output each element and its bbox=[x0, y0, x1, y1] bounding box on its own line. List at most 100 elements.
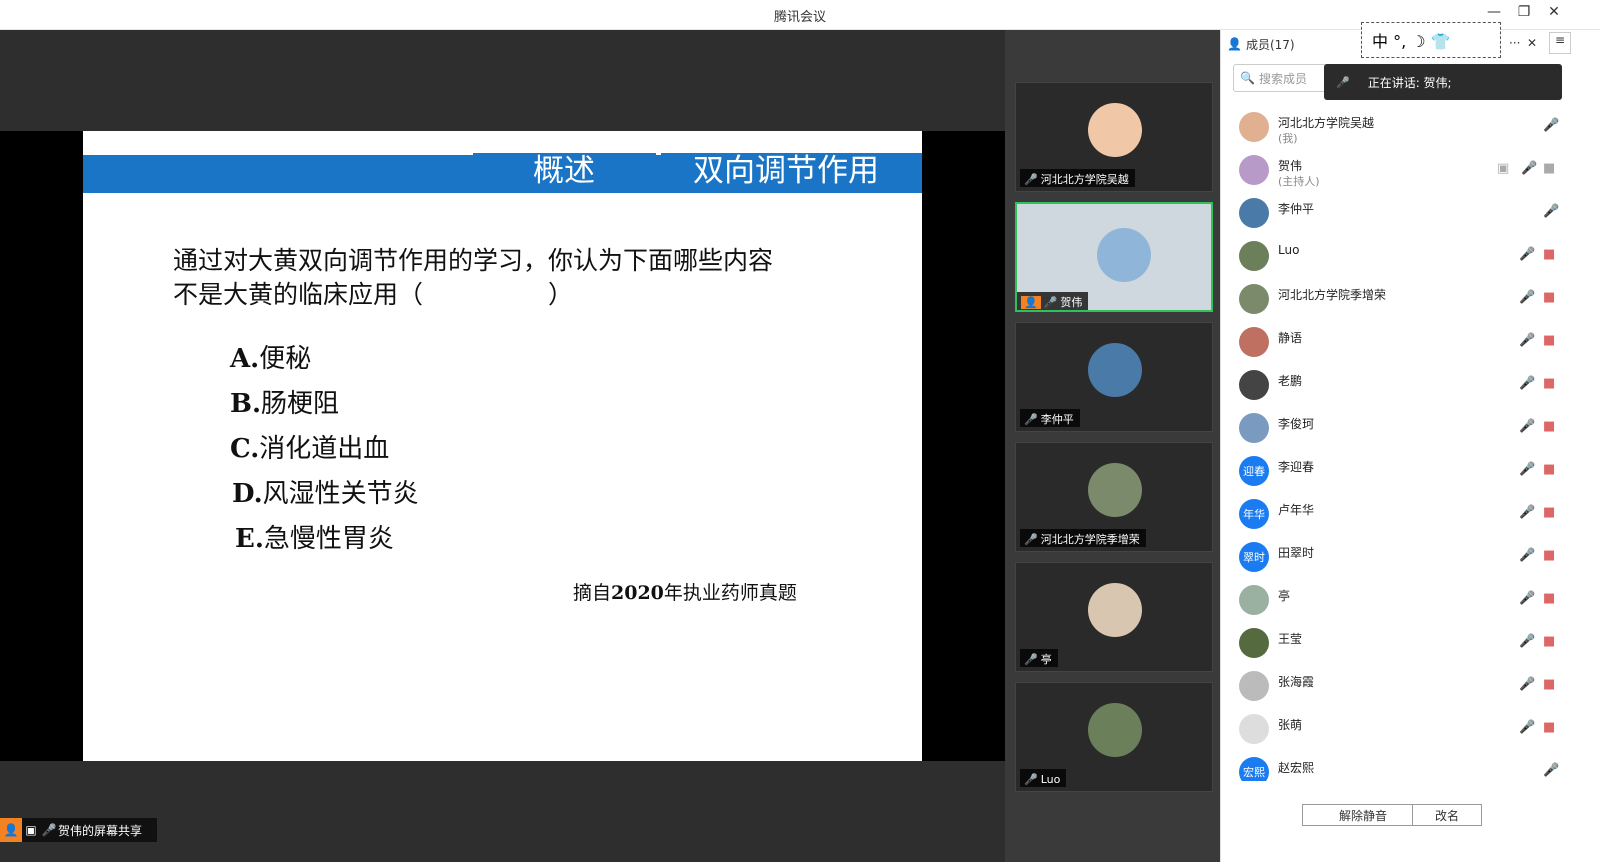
list-item[interactable]: 河北北方学院季增荣 🎤 ■ bbox=[1221, 278, 1600, 321]
mic-muted-icon[interactable]: 🎤 bbox=[1519, 290, 1535, 305]
avatar bbox=[1239, 198, 1269, 228]
avatar bbox=[1239, 284, 1269, 314]
list-item[interactable]: Luo 🎤 ■ bbox=[1221, 235, 1600, 278]
search-icon: 🔍 bbox=[1240, 71, 1255, 85]
maximize-button[interactable]: ❐ bbox=[1513, 4, 1535, 20]
list-item[interactable]: 宏熙 赵宏熙 🎤 bbox=[1221, 751, 1600, 781]
slide-heading-overview: 概述 bbox=[533, 153, 595, 189]
screen-icon[interactable]: ▣ bbox=[1497, 161, 1509, 176]
camera-off-icon[interactable]: ■ bbox=[1543, 505, 1555, 520]
tile-label: 🎤 李仲平 bbox=[1020, 409, 1080, 427]
list-item[interactable]: 王莹 🎤 ■ bbox=[1221, 622, 1600, 665]
minimize-button[interactable]: — bbox=[1483, 4, 1505, 20]
video-tile[interactable]: 🎤 李仲平 bbox=[1015, 322, 1213, 432]
mic-muted-icon[interactable]: 🎤 bbox=[1519, 419, 1535, 434]
slide-header-notch bbox=[656, 139, 661, 155]
video-tile-active[interactable]: 👤 🎤 贺伟 bbox=[1015, 202, 1213, 312]
mic-icon: 🎤 bbox=[1024, 412, 1038, 426]
mic-muted-icon: 🎤 bbox=[1024, 772, 1038, 786]
list-item[interactable]: 河北北方学院吴越 (我) 🎤 bbox=[1221, 106, 1600, 149]
camera-off-icon[interactable]: ■ bbox=[1543, 419, 1555, 434]
option-e: E.急慢性胃炎 bbox=[235, 524, 394, 554]
list-item[interactable]: 贺伟 (主持人) ▣ 🎤 ■ bbox=[1221, 149, 1600, 192]
list-item[interactable]: 亭 🎤 ■ bbox=[1221, 579, 1600, 622]
close-button[interactable]: ✕ bbox=[1543, 4, 1565, 20]
mic-muted-icon[interactable]: 🎤 bbox=[1519, 505, 1535, 520]
option-b: B.肠梗阻 bbox=[230, 389, 340, 419]
camera-off-icon[interactable]: ■ bbox=[1543, 290, 1555, 305]
video-tile[interactable]: 🎤 河北北方学院季增荣 bbox=[1015, 442, 1213, 552]
camera-off-icon[interactable]: ■ bbox=[1543, 720, 1555, 735]
mic-muted-icon[interactable]: 🎤 bbox=[1519, 634, 1535, 649]
mic-muted-icon[interactable]: 🎤 bbox=[1519, 591, 1535, 606]
option-d: D.风湿性关节炎 bbox=[232, 479, 419, 509]
camera-off-icon[interactable]: ■ bbox=[1543, 247, 1555, 262]
list-item[interactable]: 张海霞 🎤 ■ bbox=[1221, 665, 1600, 708]
mic-muted-icon[interactable]: 🎤 bbox=[1519, 720, 1535, 735]
avatar: 翠时 bbox=[1239, 542, 1269, 572]
mic-muted-icon[interactable]: 🎤 bbox=[1519, 462, 1535, 477]
option-a: A.便秘 bbox=[230, 344, 312, 374]
list-item[interactable]: 张萌 🎤 ■ bbox=[1221, 708, 1600, 751]
list-item[interactable]: 年华 卢年华 🎤 ■ bbox=[1221, 493, 1600, 536]
mic-icon[interactable]: 🎤 bbox=[1521, 161, 1537, 176]
video-tile[interactable]: 🎤 Luo bbox=[1015, 682, 1213, 792]
mic-muted-icon[interactable]: 🎤 bbox=[1519, 677, 1535, 692]
camera-off-icon[interactable]: ■ bbox=[1543, 591, 1555, 606]
camera-off-icon[interactable]: ■ bbox=[1543, 677, 1555, 692]
video-tile[interactable]: 🎤 河北北方学院吴越 bbox=[1015, 82, 1213, 192]
mic-icon: 🎤 bbox=[41, 823, 57, 837]
mic-muted-icon[interactable]: 🎤 bbox=[1519, 548, 1535, 563]
unmute-all-button[interactable]: 解除静音 bbox=[1302, 804, 1424, 826]
tile-label: 🎤 亭 bbox=[1020, 649, 1058, 667]
title-bar: 腾讯会议 — ❐ ✕ bbox=[0, 0, 1600, 30]
list-item[interactable]: 李俊珂 🎤 ■ bbox=[1221, 407, 1600, 450]
video-strip: 🎤 河北北方学院吴越 👤 🎤 贺伟 🎤 李仲平 🎤 河北北方学院季增荣 🎤 亭 🎤 Luo bbox=[1005, 30, 1220, 862]
members-panel: 👤 成员(17) ··· ✕ ≡ 中 °, ☽ 👕 🔍 搜索成员 🎤 正在讲话:… bbox=[1220, 22, 1600, 862]
panel-close-button[interactable]: ✕ bbox=[1527, 36, 1537, 50]
video-tile[interactable]: 🎤 亭 bbox=[1015, 562, 1213, 672]
mic-muted-icon: 🎤 bbox=[1024, 652, 1038, 666]
list-item[interactable]: 静语 🎤 ■ bbox=[1221, 321, 1600, 364]
mic-icon[interactable]: 🎤 bbox=[1543, 204, 1559, 219]
camera-off-icon[interactable]: ■ bbox=[1543, 634, 1555, 649]
ime-toolbar[interactable]: 中 °, ☽ 👕 bbox=[1361, 22, 1501, 58]
mic-muted-icon[interactable]: 🎤 bbox=[1519, 376, 1535, 391]
avatar bbox=[1088, 103, 1142, 157]
mic-icon: 🎤 bbox=[1043, 295, 1058, 309]
shared-slide: 概述 双向调节作用 通过对大黄双向调节作用的学习，你认为下面哪些内容不是大黄的临… bbox=[83, 131, 922, 761]
slide-question: 通过对大黄双向调节作用的学习，你认为下面哪些内容不是大黄的临床应用（ ） bbox=[173, 246, 774, 309]
camera-icon[interactable]: ■ bbox=[1543, 161, 1555, 176]
list-item[interactable]: 李仲平 🎤 bbox=[1221, 192, 1600, 235]
avatar bbox=[1239, 413, 1269, 443]
mic-muted-icon: 🎤 bbox=[1336, 75, 1350, 89]
mic-muted-icon[interactable]: 🎤 bbox=[1519, 333, 1535, 348]
user-icon: 👤 bbox=[0, 818, 22, 842]
avatar bbox=[1239, 155, 1269, 185]
avatar bbox=[1239, 370, 1269, 400]
more-button[interactable]: ··· bbox=[1509, 36, 1520, 50]
camera-off-icon[interactable]: ■ bbox=[1543, 333, 1555, 348]
tile-label: 🎤 河北北方学院季增荣 bbox=[1020, 529, 1146, 547]
list-item[interactable]: 迎春 李迎春 🎤 ■ bbox=[1221, 450, 1600, 493]
camera-off-icon[interactable]: ■ bbox=[1543, 462, 1555, 477]
avatar bbox=[1088, 343, 1142, 397]
menu-icon[interactable]: ≡ bbox=[1549, 32, 1571, 54]
mic-muted-icon[interactable]: 🎤 bbox=[1519, 247, 1535, 262]
slide-source: 摘自2020年执业药师真题 bbox=[573, 582, 797, 604]
list-item[interactable]: 翠时 田翠时 🎤 ■ bbox=[1221, 536, 1600, 579]
mic-muted-icon[interactable]: 🎤 bbox=[1543, 118, 1559, 133]
screen-share-tag: 👤 ▣ 🎤 贺伟的屏幕共享 bbox=[0, 818, 157, 842]
camera-off-icon[interactable]: ■ bbox=[1543, 548, 1555, 563]
speaking-indicator: 🎤 正在讲话: 贺伟; bbox=[1324, 64, 1562, 100]
camera-off-icon[interactable]: ■ bbox=[1543, 376, 1555, 391]
rename-button[interactable]: 改名 bbox=[1412, 804, 1482, 826]
avatar bbox=[1097, 228, 1151, 282]
avatar bbox=[1239, 714, 1269, 744]
host-icon: 👤 bbox=[1021, 295, 1041, 309]
avatar bbox=[1088, 583, 1142, 637]
mic-muted-icon[interactable]: 🎤 bbox=[1543, 763, 1559, 778]
avatar: 年华 bbox=[1239, 499, 1269, 529]
list-item[interactable]: 老鹏 🎤 ■ bbox=[1221, 364, 1600, 407]
tile-label: 🎤 河北北方学院吴越 bbox=[1020, 169, 1135, 187]
